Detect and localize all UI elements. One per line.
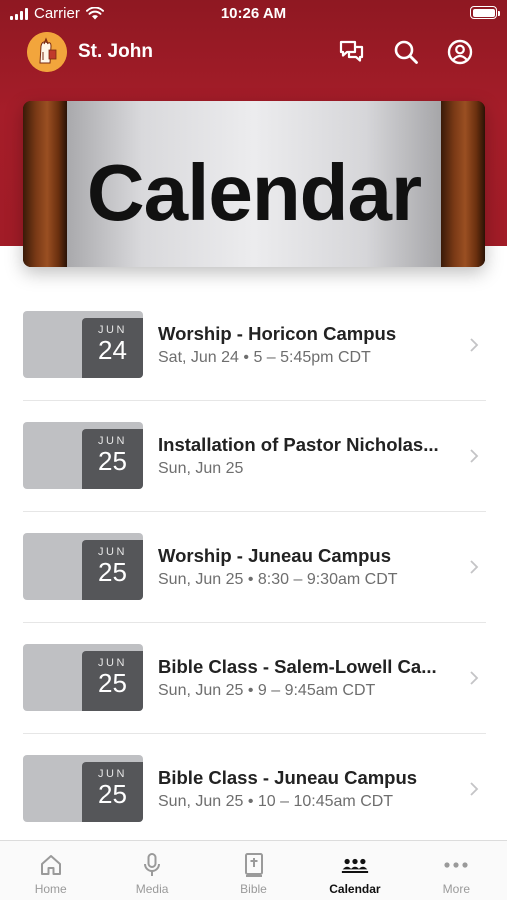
church-logo[interactable] — [27, 32, 67, 72]
microphone-icon — [144, 853, 161, 876]
event-day: 25 — [98, 557, 127, 587]
date-badge: JUN 25 — [82, 762, 143, 822]
event-row[interactable]: JUN 25 Installation of Pastor Nicholas..… — [0, 401, 507, 512]
search-icon — [394, 40, 418, 64]
event-datetime: Sun, Jun 25 • 10 – 10:45am CDT — [158, 793, 394, 810]
tab-label: More — [442, 882, 470, 896]
event-datetime: Sun, Jun 25 • 9 – 9:45am CDT — [158, 682, 376, 699]
event-title: Worship - Horicon Campus — [158, 323, 397, 344]
tab-bar: Home Media Bible Calendar More — [0, 840, 507, 900]
event-title: Bible Class - Juneau Campus — [158, 767, 418, 788]
tab-label: Bible — [240, 882, 267, 896]
tab-label: Calendar — [329, 882, 381, 896]
battery-icon — [470, 6, 500, 19]
app-header: St. John — [0, 30, 507, 76]
church-logo-icon — [27, 32, 67, 72]
event-title: Installation of Pastor Nicholas... — [158, 434, 439, 455]
event-title: Worship - Juneau Campus — [158, 545, 391, 566]
bible-icon — [244, 853, 263, 877]
tab-media[interactable]: Media — [101, 841, 202, 900]
profile-icon — [447, 39, 473, 65]
date-badge: JUN 25 — [82, 429, 143, 489]
event-row[interactable]: JUN 25 Worship - Juneau Campus Sun, Jun … — [0, 512, 507, 623]
chevron-right-icon — [470, 560, 479, 574]
more-icon — [444, 862, 468, 868]
status-time: 10:26 AM — [220, 5, 287, 22]
event-title: Bible Class - Salem-Lowell Ca... — [158, 656, 437, 677]
home-icon — [40, 855, 61, 875]
event-row[interactable]: JUN 24 Worship - Horicon Campus Sat, Jun… — [0, 290, 507, 401]
calendar-hero-banner: Calendar — [23, 101, 485, 267]
hero-title: Calendar — [86, 148, 422, 237]
event-datetime: Sat, Jun 24 • 5 – 5:45pm CDT — [158, 349, 371, 366]
chevron-right-icon — [470, 338, 479, 352]
people-icon — [341, 858, 369, 874]
search-button[interactable] — [391, 37, 421, 67]
messages-icon — [339, 40, 364, 62]
messages-button[interactable] — [337, 37, 367, 67]
date-badge: JUN 25 — [82, 651, 143, 711]
event-datetime: Sun, Jun 25 — [158, 460, 244, 477]
events-list: JUN 24 Worship - Horicon Campus Sat, Jun… — [0, 290, 507, 845]
event-row[interactable]: JUN 25 Bible Class - Salem-Lowell Ca... … — [0, 623, 507, 734]
chevron-right-icon — [470, 671, 479, 685]
event-day: 25 — [98, 779, 127, 809]
event-day: 24 — [98, 335, 127, 365]
profile-button[interactable] — [445, 37, 475, 67]
tab-home[interactable]: Home — [0, 841, 101, 900]
status-bar: Carrier 10:26 AM — [0, 0, 507, 28]
event-day: 25 — [98, 668, 127, 698]
chevron-right-icon — [470, 782, 479, 796]
church-name: St. John — [78, 41, 153, 62]
tab-bible[interactable]: Bible — [203, 841, 304, 900]
date-badge: JUN 25 — [82, 540, 143, 600]
tab-label: Media — [135, 882, 169, 896]
chevron-right-icon — [470, 449, 479, 463]
date-badge: JUN 24 — [82, 318, 143, 378]
tab-more[interactable]: More — [406, 841, 507, 900]
event-datetime: Sun, Jun 25 • 8:30 – 9:30am CDT — [158, 571, 398, 588]
tab-calendar[interactable]: Calendar — [304, 841, 405, 900]
event-row[interactable]: JUN 25 Bible Class - Juneau Campus Sun, … — [0, 734, 507, 845]
event-day: 25 — [98, 446, 127, 476]
tab-label: Home — [34, 882, 67, 896]
